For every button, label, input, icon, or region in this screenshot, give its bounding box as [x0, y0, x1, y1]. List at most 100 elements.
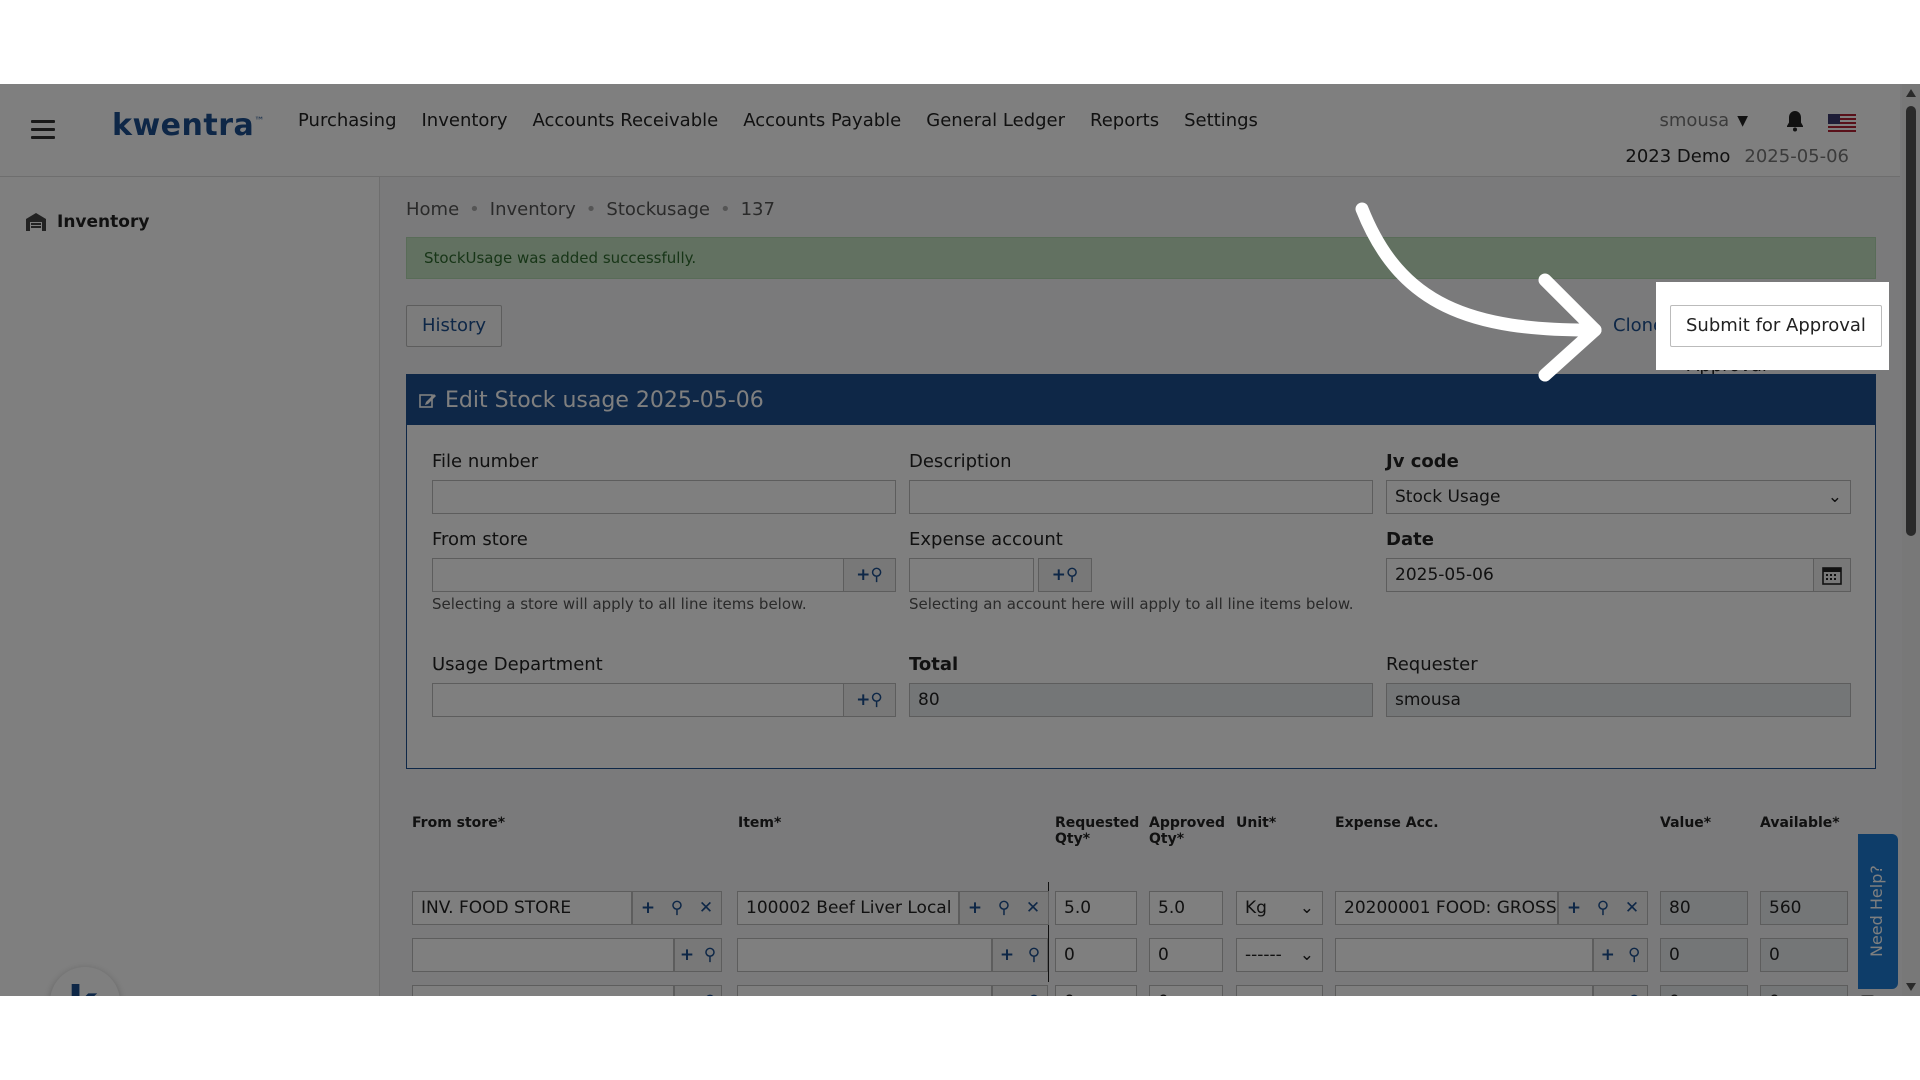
- row-expense-acc-input[interactable]: [1335, 985, 1593, 996]
- k-logo: k: [68, 977, 97, 996]
- plus-icon[interactable]: +: [856, 690, 870, 710]
- plus-icon[interactable]: +: [1567, 898, 1581, 918]
- row-item-buttons[interactable]: +⚲: [992, 985, 1048, 996]
- need-help-tab[interactable]: Need Help?: [1858, 834, 1898, 989]
- date-input[interactable]: 2025-05-06: [1386, 558, 1814, 592]
- row-value-input: 0: [1660, 985, 1748, 996]
- breadcrumb-home[interactable]: Home: [406, 199, 459, 220]
- description-input[interactable]: [909, 480, 1373, 514]
- row-item-input[interactable]: 100002 Beef Liver Local: [737, 891, 959, 925]
- usage-department-input[interactable]: [432, 683, 844, 717]
- row-item-buttons[interactable]: + ⚲ ✕: [959, 891, 1049, 925]
- search-icon[interactable]: ⚲: [870, 690, 882, 710]
- expense-account-input[interactable]: [909, 558, 1034, 592]
- breadcrumb-inventory[interactable]: Inventory: [490, 199, 576, 220]
- nav-settings[interactable]: Settings: [1184, 110, 1258, 131]
- sidebar-item-inventory[interactable]: Inventory: [25, 212, 149, 232]
- hamburger-menu-icon[interactable]: [31, 120, 55, 139]
- row-requested-qty-input[interactable]: 0: [1055, 938, 1137, 972]
- row-requested-qty-input[interactable]: 0: [1055, 985, 1137, 996]
- plus-icon[interactable]: +: [680, 992, 694, 996]
- date-field: Date 2025-05-06: [1386, 529, 1851, 592]
- row-checkbox[interactable]: [1861, 995, 1874, 996]
- from-store-add-search-buttons[interactable]: + ⚲: [844, 558, 896, 592]
- row-item-input[interactable]: [737, 985, 992, 996]
- search-icon[interactable]: ⚲: [1628, 992, 1640, 996]
- search-icon[interactable]: ⚲: [671, 898, 683, 918]
- clear-icon[interactable]: ✕: [699, 898, 713, 918]
- row-expense-buttons[interactable]: +⚲: [1593, 985, 1648, 996]
- row-expense-buttons[interactable]: + ⚲ ✕: [1558, 891, 1648, 925]
- row-from-store-buttons[interactable]: +⚲: [674, 985, 722, 996]
- nav-accounts-receivable[interactable]: Accounts Receivable: [532, 110, 718, 131]
- edit-stock-usage-panel: Edit Stock usage 2025-05-06 File number …: [406, 374, 1876, 769]
- row-unit-select[interactable]: Kg ⌄: [1236, 891, 1323, 925]
- row-from-store-input[interactable]: [412, 985, 674, 996]
- row-from-store-buttons[interactable]: +⚲: [674, 938, 722, 972]
- row-item-buttons[interactable]: +⚲: [992, 938, 1048, 972]
- page-scrollbar[interactable]: [1902, 84, 1920, 996]
- submit-for-approval-button-highlighted[interactable]: Submit for Approval: [1670, 305, 1882, 347]
- row-requested-qty-input[interactable]: 5.0: [1055, 891, 1137, 925]
- file-number-label: File number: [432, 451, 539, 472]
- search-icon[interactable]: ⚲: [1028, 992, 1040, 996]
- nav-inventory[interactable]: Inventory: [422, 110, 508, 131]
- usage-department-add-search-buttons[interactable]: + ⚲: [844, 683, 896, 717]
- plus-icon[interactable]: +: [968, 898, 982, 918]
- row-available-input: 560: [1760, 891, 1848, 925]
- file-number-input[interactable]: [432, 480, 896, 514]
- search-icon[interactable]: ⚲: [998, 898, 1010, 918]
- expense-account-add-search-buttons[interactable]: + ⚲: [1038, 558, 1092, 592]
- row-item-input[interactable]: [737, 938, 992, 972]
- row-expense-acc-input[interactable]: [1335, 938, 1593, 972]
- kwentra-logo[interactable]: kwentra™: [112, 108, 265, 143]
- search-icon[interactable]: ⚲: [1628, 945, 1640, 965]
- clear-icon[interactable]: ✕: [1026, 898, 1040, 918]
- search-icon[interactable]: ⚲: [704, 945, 716, 965]
- user-menu[interactable]: smousa ▼: [1659, 110, 1748, 131]
- row-approved-qty-input[interactable]: 5.0: [1149, 891, 1223, 925]
- scroll-thumb[interactable]: [1906, 106, 1916, 536]
- plus-icon[interactable]: +: [1000, 992, 1014, 996]
- calendar-icon[interactable]: [1814, 558, 1851, 592]
- row-expense-acc-input[interactable]: 20200001 FOOD: GROSS: [1335, 891, 1558, 925]
- row-approved-qty-input[interactable]: 0: [1149, 938, 1223, 972]
- search-icon[interactable]: ⚲: [1028, 945, 1040, 965]
- plus-icon[interactable]: +: [1601, 945, 1615, 965]
- scroll-down-icon[interactable]: [1906, 983, 1916, 991]
- row-unit-select[interactable]: ------ ⌄: [1236, 985, 1323, 996]
- plus-icon[interactable]: +: [1052, 565, 1066, 585]
- search-icon[interactable]: ⚲: [870, 565, 882, 585]
- row-from-store-buttons[interactable]: + ⚲ ✕: [632, 891, 722, 925]
- plus-icon[interactable]: +: [856, 565, 870, 585]
- row-from-store-input[interactable]: INV. FOOD STORE: [412, 891, 632, 925]
- nav-reports[interactable]: Reports: [1090, 110, 1159, 131]
- scroll-up-icon[interactable]: [1906, 89, 1916, 97]
- plus-icon[interactable]: +: [1601, 992, 1615, 996]
- pointer-arrow-icon: [1355, 202, 1602, 382]
- search-icon[interactable]: ⚲: [1597, 898, 1609, 918]
- kwentra-assistant-badge[interactable]: k 62: [50, 967, 120, 996]
- search-icon[interactable]: ⚲: [704, 992, 716, 996]
- plus-icon[interactable]: +: [1000, 945, 1014, 965]
- chevron-down-icon: ⌄: [1827, 487, 1842, 507]
- nav-general-ledger[interactable]: General Ledger: [926, 110, 1065, 131]
- search-icon[interactable]: ⚲: [1066, 565, 1078, 585]
- requester-label: Requester: [1386, 654, 1478, 675]
- nav-accounts-payable[interactable]: Accounts Payable: [743, 110, 901, 131]
- chevron-down-icon: ▼: [1737, 112, 1748, 129]
- plus-icon[interactable]: +: [680, 945, 694, 965]
- bell-icon[interactable]: [1785, 110, 1805, 132]
- from-store-input[interactable]: [432, 558, 844, 592]
- row-approved-qty-input[interactable]: 0: [1149, 985, 1223, 996]
- jv-code-select[interactable]: Stock Usage ⌄: [1386, 480, 1851, 514]
- us-flag-icon[interactable]: [1828, 114, 1856, 132]
- clear-icon[interactable]: ✕: [1625, 898, 1639, 918]
- row-unit-select[interactable]: ------ ⌄: [1236, 938, 1323, 972]
- breadcrumb-stockusage[interactable]: Stockusage: [606, 199, 710, 220]
- plus-icon[interactable]: +: [641, 898, 655, 918]
- nav-purchasing[interactable]: Purchasing: [298, 110, 397, 131]
- row-from-store-input[interactable]: [412, 938, 674, 972]
- row-expense-buttons[interactable]: +⚲: [1593, 938, 1648, 972]
- history-button[interactable]: History: [406, 305, 503, 347]
